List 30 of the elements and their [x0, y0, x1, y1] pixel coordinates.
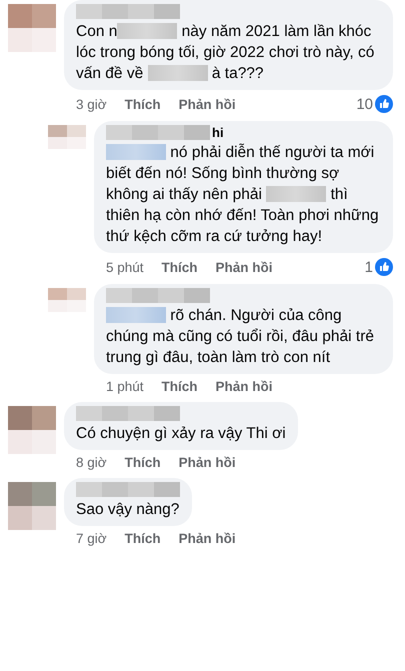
timestamp: 3 giờ: [76, 96, 107, 112]
timestamp: 1 phút: [106, 379, 144, 394]
reply-link[interactable]: Phản hồi: [216, 260, 273, 274]
timestamp: 8 giờ: [76, 455, 107, 470]
like-link[interactable]: Thích: [162, 260, 198, 274]
avatar[interactable]: [8, 406, 56, 454]
timestamp: 5 phút: [106, 260, 144, 274]
comment-text: Có chuyện gì xảy ra vậy Thi ơi: [76, 424, 286, 444]
comment-text: Con n này năm 2021 làm lần khóc lóc trong bóng tối, giờ 2022 chơi trò này, có vấn đề về à ta???: [76, 22, 376, 84]
like-icon: [375, 95, 393, 113]
avatar[interactable]: [48, 125, 86, 149]
like-link[interactable]: Thích: [124, 455, 161, 470]
commenter-name[interactable]: hi: [212, 125, 224, 140]
avatar[interactable]: [8, 4, 56, 52]
comment-text: nó phải diễn thế người ta mới biết đến nó! Sống bình thường sợ không ai thấy nên phải thì thiên hạ còn nhớ đến! Toàn phơi những thứ kệch cỡm ra cứ tưởng hay!: [106, 142, 380, 247]
reply-link[interactable]: Phản hồi: [178, 96, 236, 112]
reply-link[interactable]: Phản hồi: [178, 531, 236, 546]
reply-link[interactable]: Phản hồi: [216, 379, 273, 394]
timestamp: 7 giờ: [76, 531, 107, 546]
comment-text: Sao vậy nàng?: [76, 500, 180, 520]
reaction-count: 1: [364, 258, 373, 276]
like-link[interactable]: Thích: [162, 379, 198, 394]
like-link[interactable]: Thích: [124, 531, 161, 546]
reply-link[interactable]: Phản hồi: [178, 455, 236, 470]
comment-text: rõ chán. Người của công chúng mà cũng có tuổi rồi, đâu phải trẻ trung gì đâu, toàn làm trò con nít: [106, 306, 375, 368]
like-icon: [375, 258, 393, 276]
avatar[interactable]: [48, 288, 86, 312]
reaction-count: 10: [356, 96, 373, 112]
avatar[interactable]: [8, 482, 56, 530]
like-link[interactable]: Thích: [124, 96, 161, 112]
